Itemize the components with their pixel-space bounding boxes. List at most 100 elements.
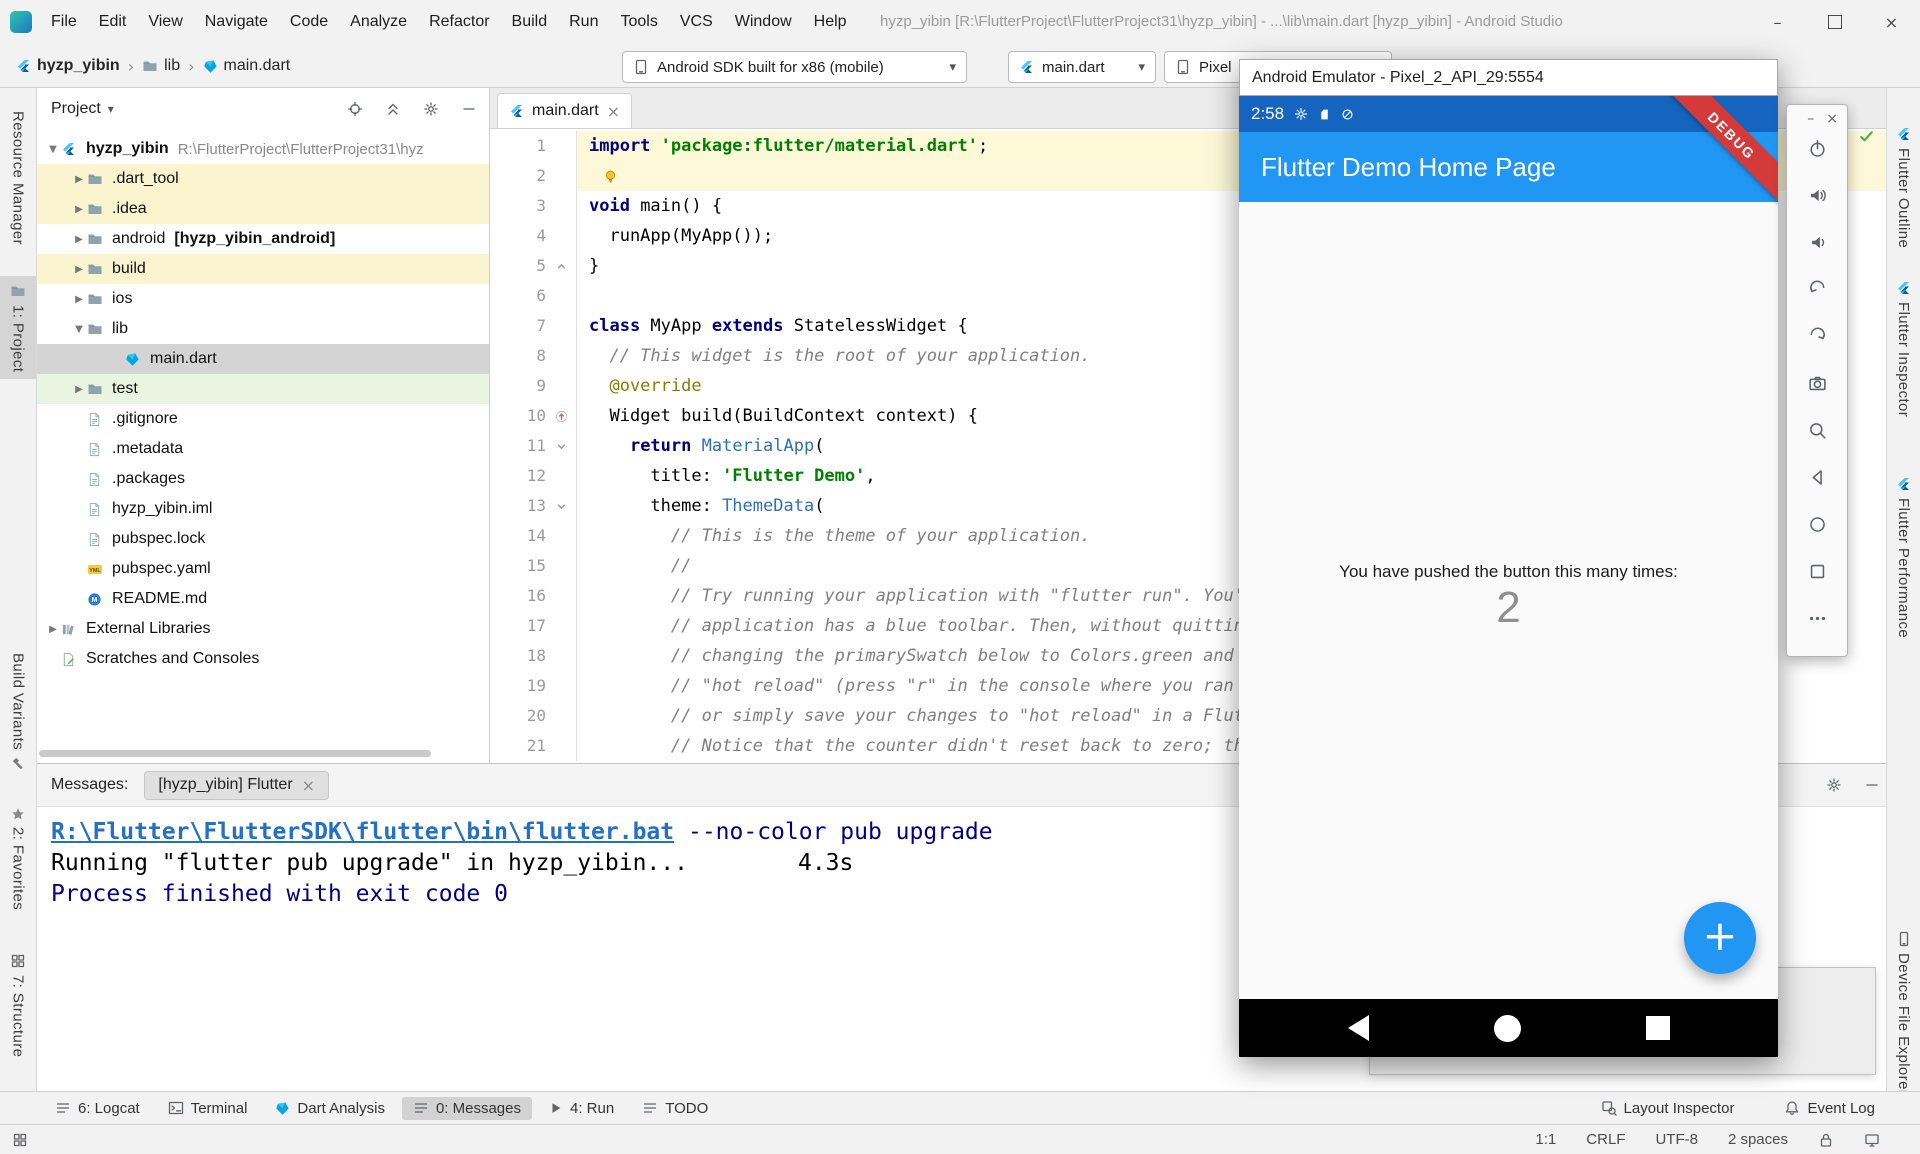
menu-run[interactable]: Run [558,0,609,44]
toolwindow-button-terminal[interactable]: Terminal [157,1097,259,1120]
android-home-button[interactable] [1494,1015,1521,1042]
tree-item-gitignore[interactable]: .gitignore [37,404,489,434]
maximize-button[interactable] [1806,0,1863,44]
menu-edit[interactable]: Edit [88,0,138,44]
device-selector[interactable]: Android SDK built for x86 (mobile) ▾ [622,51,967,83]
tool-window-switcher-icon[interactable] [12,1132,28,1148]
close-tab-icon[interactable]: × [607,102,620,121]
console-link[interactable]: R:\Flutter\FlutterSDK\flutter\bin\flutte… [51,819,674,845]
tree-expand-arrow-icon[interactable]: ▶ [71,384,87,395]
rotate-left-icon[interactable] [1808,280,1827,299]
minimize-button[interactable]: – [1807,111,1814,127]
back-icon[interactable] [1808,468,1827,487]
tree-expand-arrow-icon[interactable]: ▶ [45,624,61,635]
toolwindow-button-layout-inspector[interactable]: Layout Inspector [1590,1097,1746,1120]
tree-item-hyzp-yibin[interactable]: ▼hyzp_yibinR:\FlutterProject\FlutterProj… [37,134,489,164]
status-item-utf-8[interactable]: UTF-8 [1655,1131,1698,1148]
close-tab-icon[interactable]: × [302,776,315,795]
menu-help[interactable]: Help [803,0,858,44]
tree-item-ios[interactable]: ▶ios [37,284,489,314]
tree-item-hyzp-yibin-iml[interactable]: hyzp_yibin.iml [37,494,489,524]
tree-expand-arrow-icon[interactable]: ▶ [71,294,87,305]
sidebar-item-device-file-explorer[interactable]: Device File Explorer [1887,924,1920,1102]
horizontal-scrollbar[interactable] [39,750,431,757]
tree-item-test[interactable]: ▶test [37,374,489,404]
menu-view[interactable]: View [137,0,193,44]
sidebar-item-flutter-outline[interactable]: Flutter Outline [1887,120,1920,255]
gear-icon[interactable] [423,101,439,117]
tree-collapse-arrow-icon[interactable]: ▼ [45,144,61,155]
menu-analyze[interactable]: Analyze [339,0,418,44]
tree-item-idea[interactable]: ▶.idea [37,194,489,224]
sidebar-item-resource-manager[interactable]: Resource Manager [0,104,36,252]
status-item-2-spaces[interactable]: 2 spaces [1728,1131,1788,1148]
power-icon[interactable] [1808,139,1827,158]
toolwindow-button-dart-analysis[interactable]: Dart Analysis [264,1097,396,1120]
sidebar-item-1-project[interactable]: 1: Project [0,276,36,379]
sidebar-item-flutter-inspector[interactable]: Flutter Inspector [1887,274,1920,424]
intention-bulb-icon[interactable] [603,169,618,184]
menu-tools[interactable]: Tools [609,0,668,44]
monitor-icon[interactable] [1864,1132,1880,1148]
toolwindow-button-event-log[interactable]: Event Log [1773,1097,1886,1120]
home-icon[interactable] [1808,515,1827,534]
tree-item-build[interactable]: ▶build [37,254,489,284]
tree-item-main-dart[interactable]: main.dart [37,344,489,374]
editor-tab-main-dart[interactable]: main.dart × [497,93,632,128]
tree-expand-arrow-icon[interactable]: ▶ [71,234,87,245]
tree-item-scratches-and-consoles[interactable]: Scratches and Consoles [37,644,489,674]
volume-down-icon[interactable] [1808,233,1827,252]
menu-build[interactable]: Build [501,0,559,44]
tree-expand-arrow-icon[interactable]: ▶ [71,174,87,185]
android-back-button[interactable] [1348,1015,1369,1041]
menu-window[interactable]: Window [724,0,803,44]
override-marker-icon[interactable] [546,401,577,431]
status-item-1-1[interactable]: 1:1 [1535,1131,1556,1148]
android-overview-button[interactable] [1646,1016,1670,1040]
messages-tab-flutter[interactable]: [hyzp_yibin] Flutter × [144,771,329,800]
toolwindow-button-todo[interactable]: TODO [631,1097,719,1120]
hide-panel-button[interactable] [461,101,477,117]
more-icon[interactable] [1808,609,1827,628]
gear-icon[interactable] [1826,777,1842,793]
tree-item-pubspec-lock[interactable]: pubspec.lock [37,524,489,554]
minimize-button[interactable]: – [1749,0,1806,44]
close-button[interactable]: × [1863,0,1920,44]
emulator-title-bar[interactable]: Android Emulator - Pixel_2_API_29:5554 [1239,59,1778,96]
menu-navigate[interactable]: Navigate [194,0,279,44]
toolwindow-button-4-run[interactable]: 4: Run [538,1097,625,1120]
fold-marker-icon[interactable] [546,491,577,521]
tree-item-metadata[interactable]: .metadata [37,434,489,464]
menu-refactor[interactable]: Refactor [418,0,500,44]
sidebar-item-2-favorites[interactable]: 2: Favorites [0,800,36,917]
rotate-right-icon[interactable] [1808,327,1827,346]
menu-code[interactable]: Code [279,0,339,44]
toolwindow-button-6-logcat[interactable]: 6: Logcat [44,1097,151,1120]
overview-icon[interactable] [1808,562,1827,581]
sidebar-item-build-variants[interactable]: Build Variants [0,646,36,778]
fold-marker-icon[interactable] [546,251,577,281]
tree-item-readme-md[interactable]: MREADME.md [37,584,489,614]
run-configuration-selector[interactable]: main.dart ▾ [1008,51,1156,83]
status-item-crlf[interactable]: CRLF [1586,1131,1625,1148]
tree-expand-arrow-icon[interactable]: ▶ [71,264,87,275]
close-button[interactable]: × [1826,111,1838,127]
locate-file-button[interactable] [347,101,363,117]
tree-item-pubspec-yaml[interactable]: YMLpubspec.yaml [37,554,489,584]
menu-file[interactable]: File [40,0,88,44]
toolwindow-button-0-messages[interactable]: 0: Messages [402,1097,532,1120]
tree-item-external-libraries[interactable]: ▶External Libraries [37,614,489,644]
menu-vcs[interactable]: VCS [669,0,724,44]
fold-marker-icon[interactable] [546,431,577,461]
increment-fab-button[interactable]: + [1684,902,1756,974]
breadcrumb-item-lib[interactable]: lib [142,57,180,75]
tree-item-packages[interactable]: .packages [37,464,489,494]
tree-item-dart-tool[interactable]: ▶.dart_tool [37,164,489,194]
hide-panel-button[interactable] [1864,777,1880,793]
tree-collapse-arrow-icon[interactable]: ▼ [71,324,87,335]
tree-item-android[interactable]: ▶android[hyzp_yibin_android] [37,224,489,254]
project-panel-title[interactable]: Project [51,100,101,118]
tree-expand-arrow-icon[interactable]: ▶ [71,204,87,215]
sidebar-item-7-structure[interactable]: 7: Structure [0,946,36,1064]
collapse-all-button[interactable] [385,101,401,117]
